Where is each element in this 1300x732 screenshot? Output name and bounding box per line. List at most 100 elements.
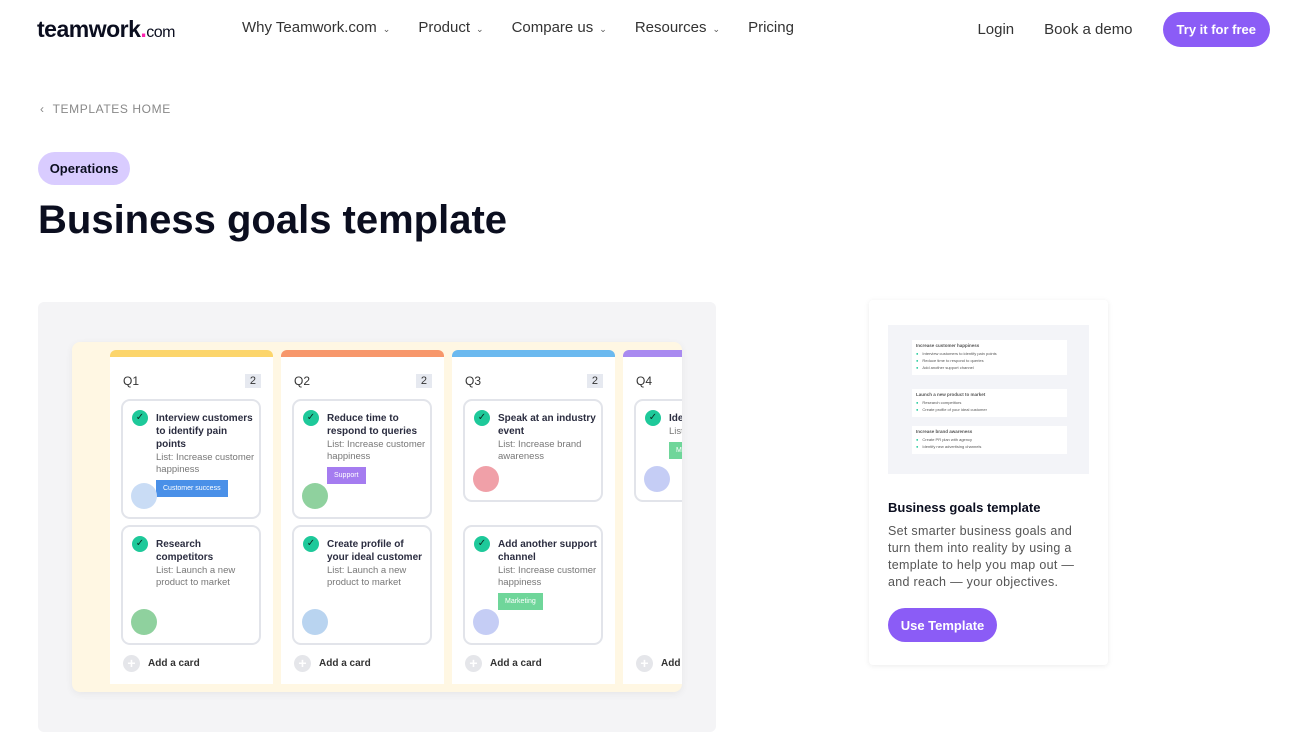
add-card-label: Add a card: [661, 658, 682, 669]
top-nav: teamwork.com Why Teamwork.com ⌄ Product ⌄ Co…: [0, 0, 1300, 56]
nav-item[interactable]: Resources ⌄: [635, 19, 720, 36]
avatar: [302, 483, 328, 509]
nav-item[interactable]: Pricing: [748, 19, 794, 36]
column-count: 2: [415, 374, 432, 388]
template-description: Set smarter business goals and turn them…: [888, 524, 1075, 589]
book-demo-link[interactable]: Book a demo: [1044, 21, 1132, 38]
task-card[interactable]: ✓ Speak at an industry event List: Incre…: [463, 399, 603, 502]
card-list: List aw: [669, 426, 682, 437]
column-title: Q2: [294, 374, 311, 388]
add-card-button[interactable]: + Add a card: [465, 655, 542, 672]
plus-icon: +: [465, 655, 482, 672]
check-icon: ✓: [645, 410, 661, 426]
avatar: [473, 466, 499, 492]
group-item: Create PR plan with agency: [916, 437, 1063, 442]
column-count: 2: [244, 374, 261, 388]
add-card-label: Add a card: [490, 658, 542, 669]
group-item: Reduce time to respond to queries: [916, 358, 1063, 363]
avatar: [131, 483, 157, 509]
chevron-left-icon: ‹: [40, 102, 45, 116]
thumbnail-group: Launch a new product to market Research c…: [912, 389, 1067, 417]
check-icon: ✓: [474, 410, 490, 426]
check-icon: ✓: [474, 536, 490, 552]
card-list: List: Increase customer happiness: [498, 565, 597, 588]
try-free-button[interactable]: Try it for free: [1162, 12, 1270, 47]
add-card-button[interactable]: + Add a card: [636, 655, 682, 672]
nav-item[interactable]: Why Teamwork.com ⌄: [242, 19, 390, 36]
group-item: Identify new advertising channels: [916, 444, 1063, 449]
nav-item-label: Why Teamwork.com: [242, 19, 377, 36]
add-card-button[interactable]: + Add a card: [294, 655, 371, 672]
templates-home-link[interactable]: ‹ TEMPLATES HOME: [40, 102, 171, 116]
board-column: Q1 2 ✓ Interview customers to identify pa…: [110, 350, 273, 684]
template-title: Business goals template: [888, 500, 1041, 515]
task-card[interactable]: ✓ Reduce time to respond to queries List…: [292, 399, 432, 519]
add-card-button[interactable]: + Add a card: [123, 655, 200, 672]
task-card[interactable]: ✓ Create profile of your ideal customer …: [292, 525, 432, 645]
board-column: Q4 ✓ Ide adv List aw M + Add a card: [623, 350, 682, 684]
column-count: 2: [586, 374, 603, 388]
board-column: Q2 2 ✓ Reduce time to respond to queries …: [281, 350, 444, 684]
card-list: List: Increase brand awareness: [498, 439, 582, 462]
card-tag: M: [669, 442, 682, 459]
task-card[interactable]: ✓ Research competitors List: Launch a ne…: [121, 525, 261, 645]
card-list: List: Launch a new product to market: [156, 565, 236, 588]
logo-com: com: [146, 24, 175, 41]
logo-text: teamwork: [37, 16, 141, 42]
nav-item-label: Product: [418, 19, 471, 36]
plus-icon: +: [123, 655, 140, 672]
main-menu: Why Teamwork.com ⌄ Product ⌄ Compare us ⌄ Reso…: [242, 19, 794, 36]
check-icon: ✓: [132, 536, 148, 552]
card-title: Reduce time to respond to queries: [327, 413, 418, 437]
card-title: Speak at an industry event: [498, 413, 596, 437]
avatar: [131, 609, 157, 635]
avatar: [644, 466, 670, 492]
column-title: Q3: [465, 374, 482, 388]
back-label: TEMPLATES HOME: [52, 102, 171, 116]
thumbnail-group: Increase brand awareness Create PR plan w…: [912, 426, 1067, 454]
plus-icon: +: [636, 655, 653, 672]
card-title: Interview customers to identify pain poi…: [156, 413, 253, 450]
thumbnail-group: Increase customer happiness Interview cus…: [912, 340, 1067, 375]
task-card[interactable]: ✓ Ide adv List aw M: [634, 399, 682, 502]
task-card[interactable]: ✓ Add another support channel List: Incr…: [463, 525, 603, 645]
group-item: Create profile of your ideal customer: [916, 407, 1063, 412]
category-badge[interactable]: Operations: [38, 152, 130, 185]
nav-item-label: Pricing: [748, 19, 794, 36]
card-tag: Customer success: [156, 480, 228, 497]
chevron-down-icon: ⌄: [599, 24, 607, 34]
logo[interactable]: teamwork.com: [37, 16, 175, 43]
nav-item-label: Resources: [634, 19, 707, 36]
card-title: Ide adv: [669, 413, 682, 424]
avatar: [473, 609, 499, 635]
template-card: Increase customer happiness Interview cus…: [869, 300, 1108, 665]
nav-item[interactable]: Product ⌄: [418, 19, 483, 36]
card-title: Add another support channel: [498, 539, 597, 563]
chevron-down-icon: ⌄: [476, 24, 484, 34]
board-preview: Q1 2 ✓ Interview customers to identify pa…: [72, 342, 682, 692]
add-card-label: Add a card: [319, 658, 371, 669]
group-item: Add another support channel: [916, 365, 1063, 370]
group-title: Launch a new product to market: [916, 392, 986, 397]
task-card[interactable]: ✓ Interview customers to identify pain p…: [121, 399, 261, 519]
group-title: Increase brand awareness: [916, 429, 973, 434]
card-title: Research competitors: [156, 539, 214, 563]
use-template-button[interactable]: Use Template: [888, 608, 997, 642]
page-title: Business goals template: [38, 198, 508, 242]
login-link[interactable]: Login: [977, 21, 1014, 38]
check-icon: ✓: [303, 536, 319, 552]
group-title: Increase customer happiness: [916, 343, 980, 348]
add-card-label: Add a card: [148, 658, 200, 669]
nav-item[interactable]: Compare us ⌄: [512, 19, 607, 36]
card-list: List: Increase customer happiness: [156, 452, 255, 475]
group-item: Research competitors: [916, 400, 1063, 405]
column-title: Q4: [636, 374, 653, 388]
card-list: List: Launch a new product to market: [327, 565, 407, 588]
group-item: Interview customers to identify pain poi…: [916, 351, 1063, 356]
avatar: [302, 609, 328, 635]
column-title: Q1: [123, 374, 140, 388]
nav-item-label: Compare us: [511, 19, 594, 36]
plus-icon: +: [294, 655, 311, 672]
check-icon: ✓: [132, 410, 148, 426]
chevron-down-icon: ⌄: [382, 24, 391, 34]
